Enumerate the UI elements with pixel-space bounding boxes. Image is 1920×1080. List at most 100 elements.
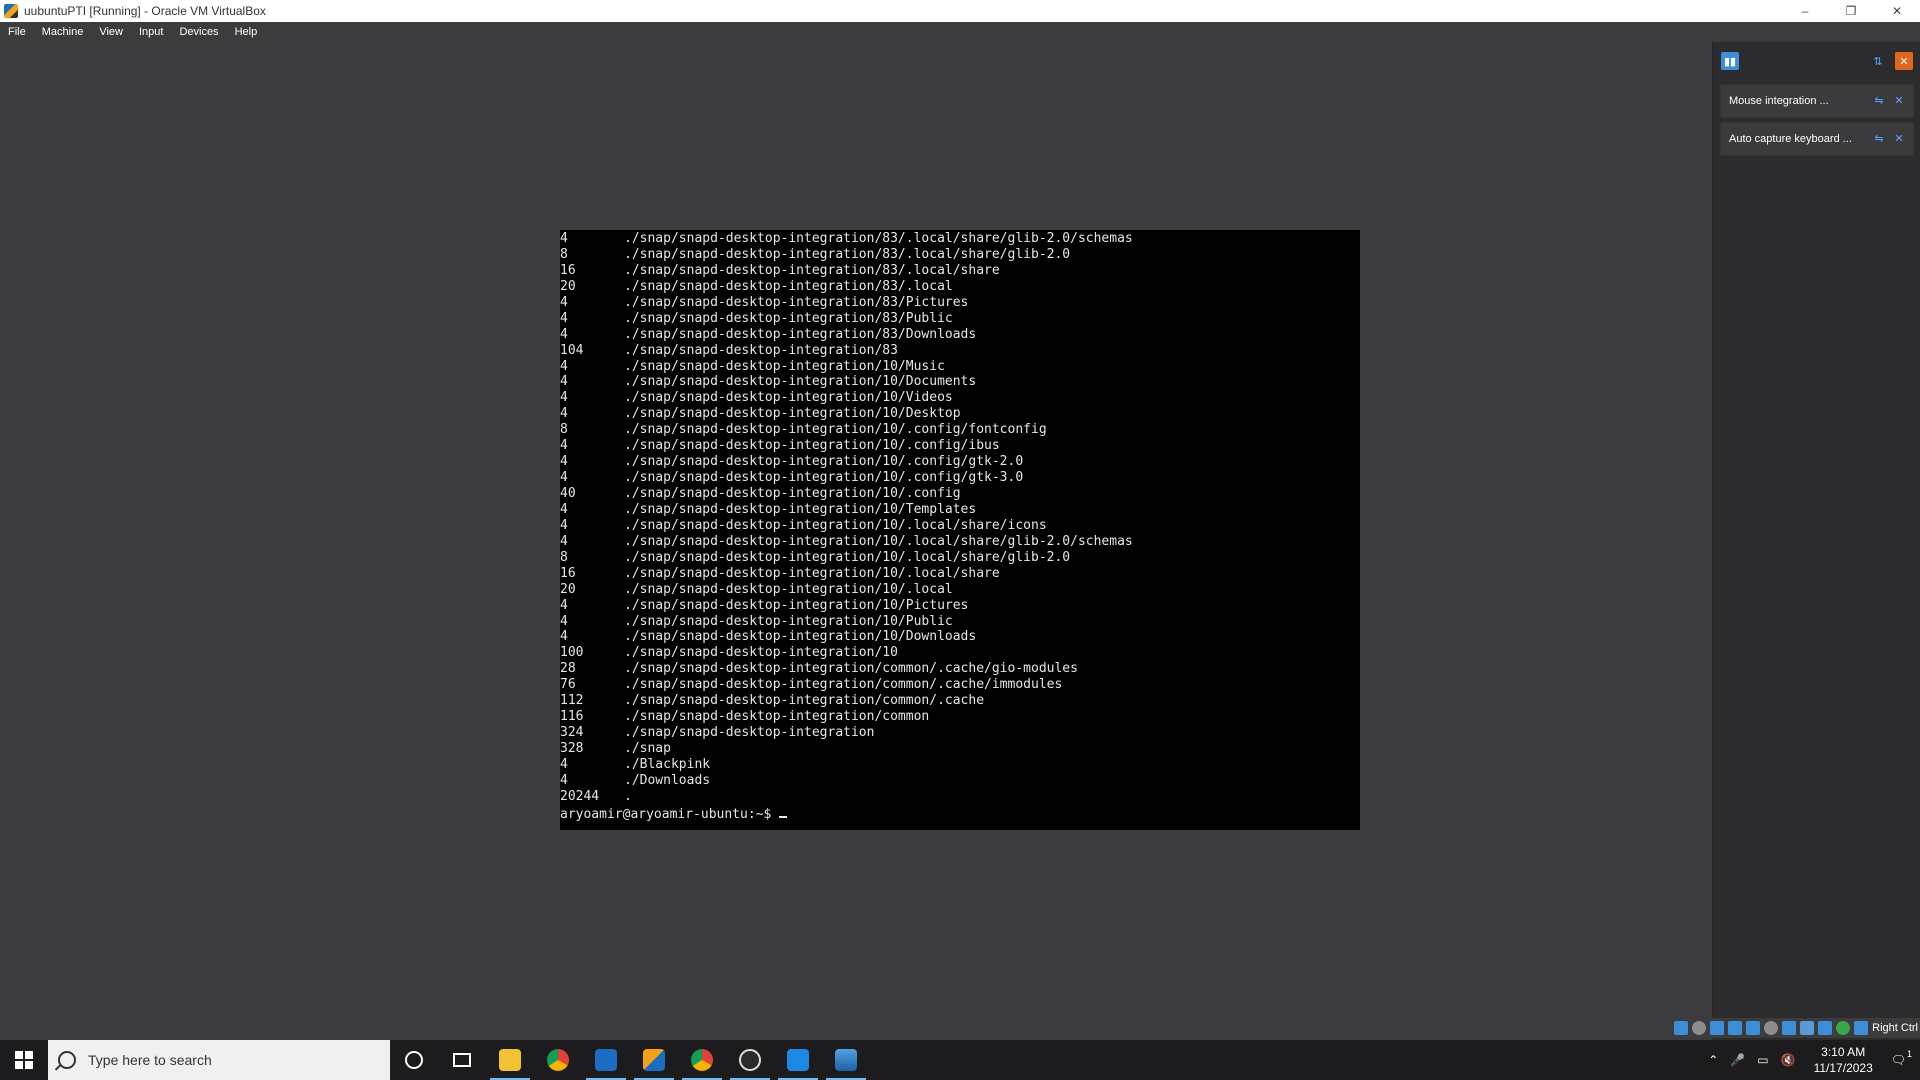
network-icon[interactable] (1728, 1021, 1743, 1035)
disk-usage-path: ./snap/snapd-desktop-integration/83/Down… (624, 326, 977, 342)
sort-icon[interactable]: ⇅ (1869, 52, 1887, 70)
disk-usage-size: 4 (560, 454, 568, 470)
pin-icon[interactable]: ⇋ (1873, 95, 1885, 107)
chevron-up-icon[interactable]: ⌃ (1702, 1053, 1724, 1067)
mouse-integration-icon[interactable] (1836, 1021, 1851, 1035)
dismiss-all-icon[interactable]: ✕ (1895, 52, 1913, 70)
photos-icon (835, 1049, 857, 1071)
vm-terminal[interactable]: 4 ./snap/snapd-desktop-integration/83/.lo… (560, 230, 1360, 830)
terminal-line: 20 ./snap/snapd-desktop-integration/10/.l… (560, 582, 1360, 598)
virtualbox-icon (4, 4, 18, 18)
hard-disk-icon[interactable] (1674, 1021, 1689, 1035)
disk-usage-path: ./snap/snapd-desktop-integration/10/Docu… (624, 374, 977, 390)
notification-label: Auto capture keyboard ... (1729, 133, 1852, 145)
notification-center-icon[interactable]: ▮▮ (1721, 52, 1739, 70)
virtualbox-vm-button[interactable] (630, 1040, 678, 1080)
disk-usage-size: 40 (560, 486, 576, 501)
shared-folders-icon[interactable] (1764, 1021, 1779, 1035)
disk-usage-path: ./snap/snapd-desktop-integration/83/Pict… (624, 294, 969, 310)
clock-date: 11/17/2023 (1813, 1061, 1873, 1075)
menu-file[interactable]: File (0, 26, 34, 38)
windows-taskbar: Type here to search ⌃ 🎤 ▭ 🔇 3:10 AM 11/1… (0, 1040, 1920, 1080)
disk-usage-size: 4 (560, 358, 568, 374)
chrome-button[interactable] (534, 1040, 582, 1080)
chrome-profile-button[interactable] (678, 1040, 726, 1080)
disk-usage-path: ./snap/snapd-desktop-integration/10/Pict… (624, 597, 969, 613)
display-icon[interactable] (1782, 1021, 1797, 1035)
disk-usage-size: 4 (560, 326, 568, 342)
window-title: uubuntuPTI [Running] - Oracle VM Virtual… (24, 4, 266, 18)
disk-usage-size: 4 (560, 613, 568, 629)
menu-machine[interactable]: Machine (34, 26, 92, 38)
notification-mouse-integration[interactable]: Mouse integration ... ⇋ ✕ (1720, 84, 1914, 118)
disk-usage-path: ./snap/snapd-desktop-integration/common (624, 709, 930, 725)
usb-icon[interactable] (1746, 1021, 1761, 1035)
menu-help[interactable]: Help (227, 26, 266, 38)
disk-usage-size: 116 (560, 709, 584, 725)
cortana-button[interactable] (390, 1040, 438, 1080)
disk-usage-size: 4 (560, 294, 568, 310)
terminal-line: 4 ./snap/snapd-desktop-integration/10/.co… (560, 454, 1360, 470)
close-icon[interactable]: ✕ (1893, 95, 1905, 107)
keyboard-capture-icon[interactable] (1854, 1021, 1869, 1035)
notification-auto-capture-keyboard[interactable]: Auto capture keyboard ... ⇋ ✕ (1720, 122, 1914, 156)
clock[interactable]: 3:10 AM 11/17/2023 (1802, 1044, 1885, 1076)
restore-button[interactable]: ❐ (1828, 0, 1874, 22)
recording-icon[interactable] (1800, 1021, 1815, 1035)
terminal-line: 16 ./snap/snapd-desktop-integration/83/.l… (560, 263, 1360, 279)
menu-view[interactable]: View (91, 26, 131, 38)
terminal-line: 4 ./snap/snapd-desktop-integration/83/Dow… (560, 327, 1360, 343)
vm-status-bar: Right Ctrl (1674, 1018, 1920, 1038)
disk-usage-path: ./Downloads (624, 772, 711, 788)
disk-usage-size: 8 (560, 246, 568, 262)
terminal-line: 76 ./snap/snapd-desktop-integration/commo… (560, 677, 1360, 693)
task-view-button[interactable] (438, 1040, 486, 1080)
close-button[interactable]: ✕ (1874, 0, 1920, 22)
disk-usage-path: ./snap/snapd-desktop-integration/10/.loc… (624, 549, 1071, 565)
disk-usage-size: 16 (560, 565, 576, 581)
disk-usage-size: 4 (560, 501, 568, 517)
disk-usage-path: ./snap/snapd-desktop-integration/83/.loc… (624, 246, 1071, 262)
virtualbox-app-button[interactable] (582, 1040, 630, 1080)
media-app-button[interactable] (774, 1040, 822, 1080)
photos-app-button[interactable] (822, 1040, 870, 1080)
optical-drive-icon[interactable] (1692, 1021, 1707, 1035)
volume-muted-icon[interactable]: 🔇 (1775, 1053, 1802, 1067)
action-center-icon[interactable]: 🗨 1 (1885, 1049, 1920, 1067)
disk-usage-size: 76 (560, 677, 576, 693)
terminal-line: 8 ./snap/snapd-desktop-integration/10/.co… (560, 422, 1360, 438)
disk-usage-path: ./snap/snapd-desktop-integration/10/.con… (624, 470, 1024, 486)
menu-input[interactable]: Input (131, 26, 171, 38)
obs-button[interactable] (726, 1040, 774, 1080)
terminal-line: 28 ./snap/snapd-desktop-integration/commo… (560, 661, 1360, 677)
file-explorer-button[interactable] (486, 1040, 534, 1080)
disk-usage-path: ./snap/snapd-desktop-integration/83/Publ… (624, 310, 953, 326)
disk-usage-path: ./snap/snapd-desktop-integration/common/… (624, 677, 1063, 693)
terminal-line: 4 ./snap/snapd-desktop-integration/10/Pic… (560, 598, 1360, 614)
network-icon[interactable]: ▭ (1751, 1053, 1774, 1067)
terminal-line: 104 ./snap/snapd-desktop-integration/83 (560, 343, 1360, 359)
audio-icon[interactable] (1710, 1021, 1725, 1035)
terminal-line: 20 ./snap/snapd-desktop-integration/83/.l… (560, 279, 1360, 295)
disk-usage-size: 104 (560, 342, 584, 358)
taskbar-search[interactable]: Type here to search (48, 1040, 390, 1080)
chrome-icon (691, 1049, 713, 1071)
start-button[interactable] (0, 1040, 48, 1080)
disk-usage-path: ./snap/snapd-desktop-integration/common/… (624, 661, 1078, 677)
terminal-prompt[interactable]: aryoamir@aryoamir-ubuntu:~$ (560, 805, 1360, 822)
disk-usage-path: ./snap/snapd-desktop-integration/10/.loc… (624, 517, 1047, 533)
close-icon[interactable]: ✕ (1893, 133, 1905, 145)
cpu-icon[interactable] (1818, 1021, 1833, 1035)
obs-icon (739, 1049, 761, 1071)
menu-devices[interactable]: Devices (171, 26, 226, 38)
disk-usage-size: 4 (560, 772, 568, 788)
minimize-button[interactable]: – (1782, 0, 1828, 22)
disk-usage-size: 4 (560, 629, 568, 645)
microphone-icon[interactable]: 🎤 (1724, 1053, 1751, 1067)
pin-icon[interactable]: ⇋ (1873, 133, 1885, 145)
disk-usage-path: ./snap/snapd-desktop-integration/10/.con… (624, 454, 1024, 470)
disk-usage-path: ./snap/snapd-desktop-integration/83/.loc… (624, 231, 1133, 246)
disk-usage-path: ./snap/snapd-desktop-integration/10/.loc… (624, 533, 1133, 549)
disk-usage-size: 28 (560, 661, 576, 677)
terminal-line: 112 ./snap/snapd-desktop-integration/comm… (560, 693, 1360, 709)
